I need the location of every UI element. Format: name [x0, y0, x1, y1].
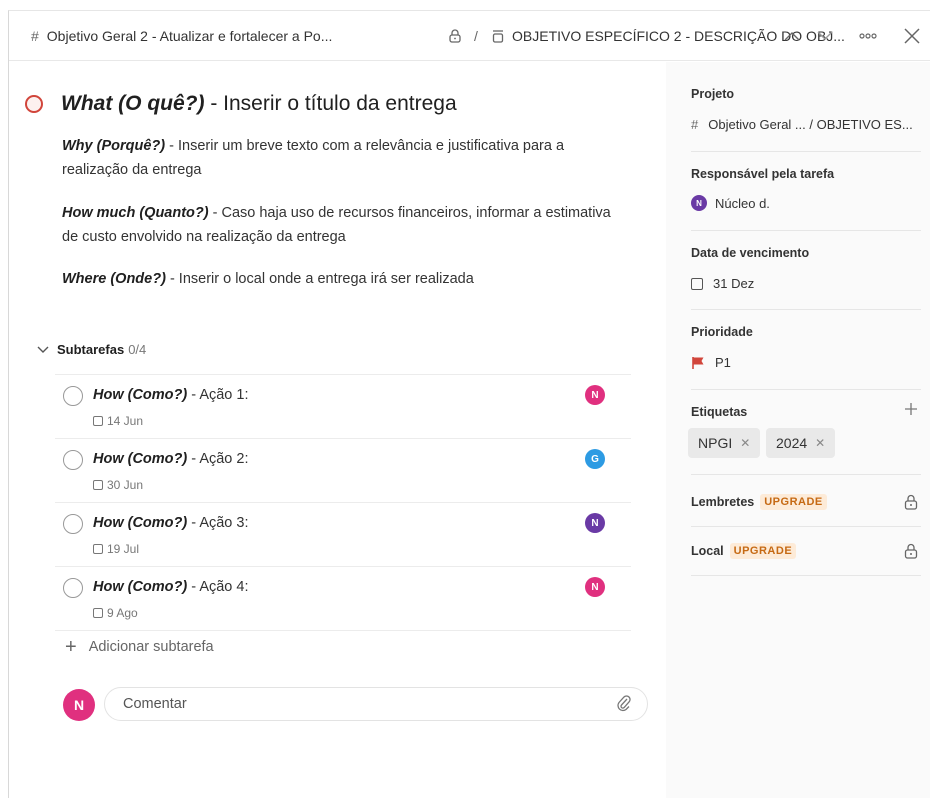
assignee-selector[interactable]: N Núcleo d.	[691, 195, 770, 211]
calendar-icon	[93, 544, 103, 554]
task-title[interactable]: What (O quê?) - Inserir o título da entr…	[61, 92, 457, 116]
due-date-label: Data de vencimento	[691, 246, 810, 260]
calendar-icon	[93, 480, 103, 490]
lock-icon	[904, 543, 918, 559]
divider	[691, 526, 921, 527]
plus-icon: +	[65, 636, 77, 658]
task-description-why[interactable]: Why (Porquê?) - Inserir um breve texto c…	[62, 134, 632, 182]
task-main-panel: What (O quê?) - Inserir o título da entr…	[9, 62, 666, 798]
divider	[691, 575, 921, 576]
label-chip[interactable]: NPGI ✕	[688, 428, 761, 458]
chevron-up-icon[interactable]	[784, 31, 800, 41]
task-title-row: What (O quê?) - Inserir o título da entr…	[25, 92, 457, 116]
breadcrumb-project[interactable]: # Objetivo Geral 2 - Atualizar e fortalec…	[31, 28, 332, 44]
calendar-icon	[93, 608, 103, 618]
add-subtask-button[interactable]: + Adicionar subtarefa	[65, 636, 214, 658]
comment-input[interactable]: Comentar	[104, 687, 648, 721]
upgrade-badge[interactable]: UPGRADE	[760, 494, 827, 510]
subtask-title[interactable]: How (Como?) - Ação 4:	[93, 579, 249, 595]
divider	[691, 309, 921, 310]
subtask-checkbox[interactable]	[63, 578, 83, 598]
subtask-checkbox[interactable]	[63, 450, 83, 470]
calendar-icon	[691, 277, 703, 290]
add-label-icon[interactable]	[904, 402, 918, 416]
upgrade-badge[interactable]: UPGRADE	[729, 543, 797, 559]
lock-icon	[904, 494, 918, 510]
divider	[691, 389, 921, 390]
subtask-due-date[interactable]: 19 Jul	[93, 542, 139, 556]
subtask-due-date[interactable]: 30 Jun	[93, 478, 143, 492]
priority-selector[interactable]: P1	[691, 355, 731, 370]
label-chip[interactable]: 2024 ✕	[766, 428, 836, 458]
subtask-title[interactable]: How (Como?) - Ação 3:	[93, 515, 249, 531]
subtask-item[interactable]: How (Como?) - Ação 3: 19 Jul N	[63, 502, 623, 566]
calendar-icon	[93, 416, 103, 426]
subtask-item[interactable]: How (Como?) - Ação 1: 14 Jun N	[63, 374, 623, 438]
project-label: Projeto	[691, 87, 735, 101]
remove-icon[interactable]: ✕	[815, 436, 825, 450]
due-date-selector[interactable]: 31 Dez	[691, 276, 754, 291]
subtask-title[interactable]: How (Como?) - Ação 2:	[93, 451, 249, 467]
assignee-label: Responsável pela tarefa	[691, 167, 835, 181]
project-selector[interactable]: # Objetivo Geral ... / OBJETIVO ES...	[691, 117, 913, 132]
task-complete-checkbox[interactable]	[25, 95, 43, 113]
close-icon[interactable]	[904, 28, 920, 44]
lock-icon	[449, 29, 461, 43]
avatar: N	[63, 689, 95, 721]
subtask-due-date[interactable]: 9 Ago	[93, 606, 138, 620]
subtask-item[interactable]: How (Como?) - Ação 4: 9 Ago N	[63, 566, 623, 630]
task-header-bar: # Objetivo Geral 2 - Atualizar e fortalec…	[9, 11, 930, 61]
avatar[interactable]: N	[585, 577, 605, 597]
avatar: N	[691, 195, 707, 211]
remove-icon[interactable]: ✕	[740, 436, 750, 450]
breadcrumb-separator: /	[474, 28, 478, 44]
paperclip-icon[interactable]	[617, 694, 631, 712]
task-details-sidebar: Projeto # Objetivo Geral ... / OBJETIVO E…	[666, 62, 930, 798]
more-options-icon[interactable]	[859, 33, 877, 39]
chevron-down-icon[interactable]	[37, 346, 49, 354]
task-detail-window: # Objetivo Geral 2 - Atualizar e fortalec…	[8, 10, 930, 798]
subtasks-header[interactable]: Subtarefas 0/4	[37, 342, 146, 357]
subtasks-count: 0/4	[128, 342, 147, 357]
subtask-title[interactable]: How (Como?) - Ação 1:	[93, 387, 249, 403]
subtask-due-date[interactable]: 14 Jun	[93, 414, 143, 428]
location-row[interactable]: Local UPGRADE	[691, 543, 797, 559]
divider	[55, 630, 631, 631]
subtask-checkbox[interactable]	[63, 514, 83, 534]
avatar[interactable]: G	[585, 449, 605, 469]
subtask-item[interactable]: How (Como?) - Ação 2: 30 Jun G	[63, 438, 623, 502]
subtask-checkbox[interactable]	[63, 386, 83, 406]
divider	[691, 230, 921, 231]
labels-label: Etiquetas	[691, 405, 748, 419]
avatar[interactable]: N	[585, 385, 605, 405]
section-icon	[492, 30, 504, 43]
avatar[interactable]: N	[585, 513, 605, 533]
task-description-where[interactable]: Where (Onde?) - Inserir o local onde a e…	[62, 267, 632, 291]
chevron-down-icon[interactable]	[817, 31, 833, 41]
hashtag-icon: #	[691, 117, 699, 132]
flag-icon	[692, 356, 704, 369]
divider	[691, 151, 921, 152]
task-description-how-much[interactable]: How much (Quanto?) - Caso haja uso de re…	[62, 201, 632, 249]
reminders-row[interactable]: Lembretes UPGRADE	[691, 494, 827, 510]
divider	[691, 474, 921, 475]
hashtag-icon: #	[31, 28, 39, 44]
priority-label: Prioridade	[691, 325, 753, 339]
